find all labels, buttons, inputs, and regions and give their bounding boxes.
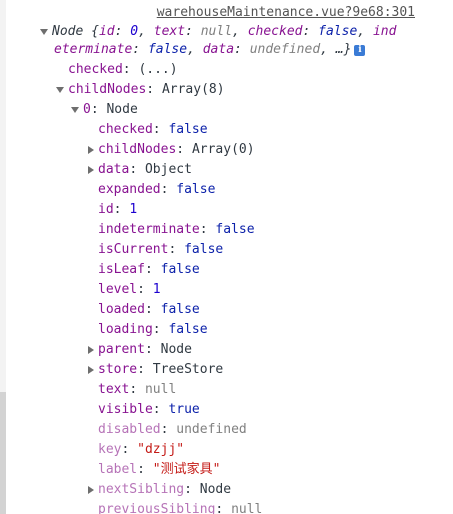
prop-value: false — [168, 322, 208, 337]
prop-key: data — [98, 162, 130, 177]
prop-value: false — [160, 302, 200, 317]
prop-row[interactable]: isCurrent: false — [98, 241, 223, 259]
prop-row[interactable]: expanded: false — [98, 181, 215, 199]
expand-arrow-icon[interactable] — [88, 165, 94, 174]
prop-value: false — [168, 122, 208, 137]
prop-value[interactable]: (...) — [138, 62, 177, 77]
prop-key: checked — [98, 122, 153, 137]
prop-value: Node — [106, 102, 138, 117]
summary-text-1: Node {id: 0, text: null, checked: false,… — [52, 24, 397, 39]
prop-value: false — [184, 242, 224, 257]
prop-key: disabled — [98, 422, 161, 437]
prop-row[interactable]: nextSibling: Node — [87, 481, 231, 499]
prop-row[interactable]: childNodes: Array(0) — [87, 141, 255, 159]
prop-row[interactable]: visible: true — [98, 401, 200, 419]
prop-value: TreeStore — [152, 362, 224, 377]
prop-row[interactable]: parent: Node — [87, 341, 192, 359]
prop-value: false — [160, 262, 200, 277]
prop-row[interactable]: data: Object — [87, 161, 192, 179]
collapse-arrow-icon[interactable] — [40, 28, 48, 35]
prop-key: expanded — [98, 182, 161, 197]
prop-row[interactable]: loading: false — [98, 321, 208, 339]
prop-row-childnodes[interactable]: childNodes: Array(8) — [56, 81, 225, 99]
prop-row[interactable]: checked: false — [98, 121, 208, 139]
prop-key: store — [98, 362, 138, 377]
devtools-console: warehouseMaintenance.vue?9e68:301 Node {… — [0, 0, 453, 514]
prop-key: previousSibling — [98, 502, 216, 514]
prop-key: nextSibling — [98, 482, 185, 497]
prop-value: true — [168, 402, 200, 417]
prop-value: "测试家具" — [152, 462, 221, 477]
prop-value: Array(0) — [191, 142, 255, 157]
console-scroll-gutter[interactable] — [0, 0, 6, 514]
prop-key: label — [98, 462, 138, 477]
prop-key: checked — [68, 62, 123, 77]
scrollbar-thumb[interactable] — [0, 392, 6, 514]
prop-key: indeterminate — [98, 222, 200, 237]
prop-key: key — [98, 442, 122, 457]
object-summary-line1[interactable]: Node {id: 0, text: null, checked: false,… — [40, 23, 396, 41]
prop-row[interactable]: store: TreeStore — [87, 361, 223, 379]
prop-row[interactable]: key: "dzjj" — [98, 441, 184, 459]
expand-arrow-icon[interactable] — [88, 485, 94, 494]
expand-arrow-icon[interactable] — [88, 145, 94, 154]
prop-key: childNodes — [68, 82, 147, 97]
prop-key: text — [98, 382, 130, 397]
prop-key: loading — [98, 322, 153, 337]
prop-value: null — [231, 502, 263, 514]
prop-row[interactable]: isLeaf: false — [98, 261, 200, 279]
prop-row[interactable]: loaded: false — [98, 301, 200, 319]
expand-arrow-icon[interactable] — [88, 345, 94, 354]
prop-value: Node — [199, 482, 232, 497]
prop-value: 1 — [129, 202, 138, 217]
prop-key: parent — [98, 342, 145, 357]
collapse-arrow-icon[interactable] — [56, 86, 64, 93]
prop-row[interactable]: id: 1 — [98, 201, 137, 219]
prop-key: childNodes — [98, 142, 177, 157]
prop-row[interactable]: level: 1 — [98, 281, 161, 299]
prop-key: loaded — [98, 302, 145, 317]
source-file-link[interactable]: warehouseMaintenance.vue?9e68:301 — [157, 5, 415, 20]
prop-row[interactable]: label: "测试家具" — [98, 461, 220, 479]
prop-value: null — [144, 382, 177, 397]
collapse-arrow-icon[interactable] — [71, 106, 79, 113]
prop-row[interactable]: indeterminate: false — [98, 221, 255, 239]
prop-value: undefined — [176, 422, 247, 437]
array-item-0[interactable]: 0: Node — [71, 101, 138, 119]
prop-value: Object — [144, 162, 192, 177]
prop-row[interactable]: previousSibling: null — [98, 501, 262, 514]
object-summary-line2: eterminate: false, data: undefined, …} i — [54, 41, 366, 59]
prop-key: id — [98, 202, 114, 217]
prop-value: 1 — [152, 282, 161, 297]
prop-value: false — [176, 182, 216, 197]
prop-row-checked-getter[interactable]: checked: (...) — [68, 61, 178, 79]
prop-key: visible — [98, 402, 153, 417]
prop-key: isLeaf — [98, 262, 145, 277]
expand-arrow-icon[interactable] — [88, 365, 94, 374]
prop-key: 0 — [83, 102, 91, 117]
prop-row[interactable]: disabled: undefined — [98, 421, 247, 439]
prop-value: "dzjj" — [137, 442, 185, 457]
prop-value: Node — [160, 342, 192, 357]
prop-key: level — [98, 282, 138, 297]
prop-row[interactable]: text: null — [98, 381, 176, 399]
prop-value: Array(8) — [161, 82, 225, 97]
info-icon[interactable]: i — [354, 45, 366, 56]
prop-key: isCurrent — [98, 242, 169, 257]
prop-value: false — [215, 222, 255, 237]
